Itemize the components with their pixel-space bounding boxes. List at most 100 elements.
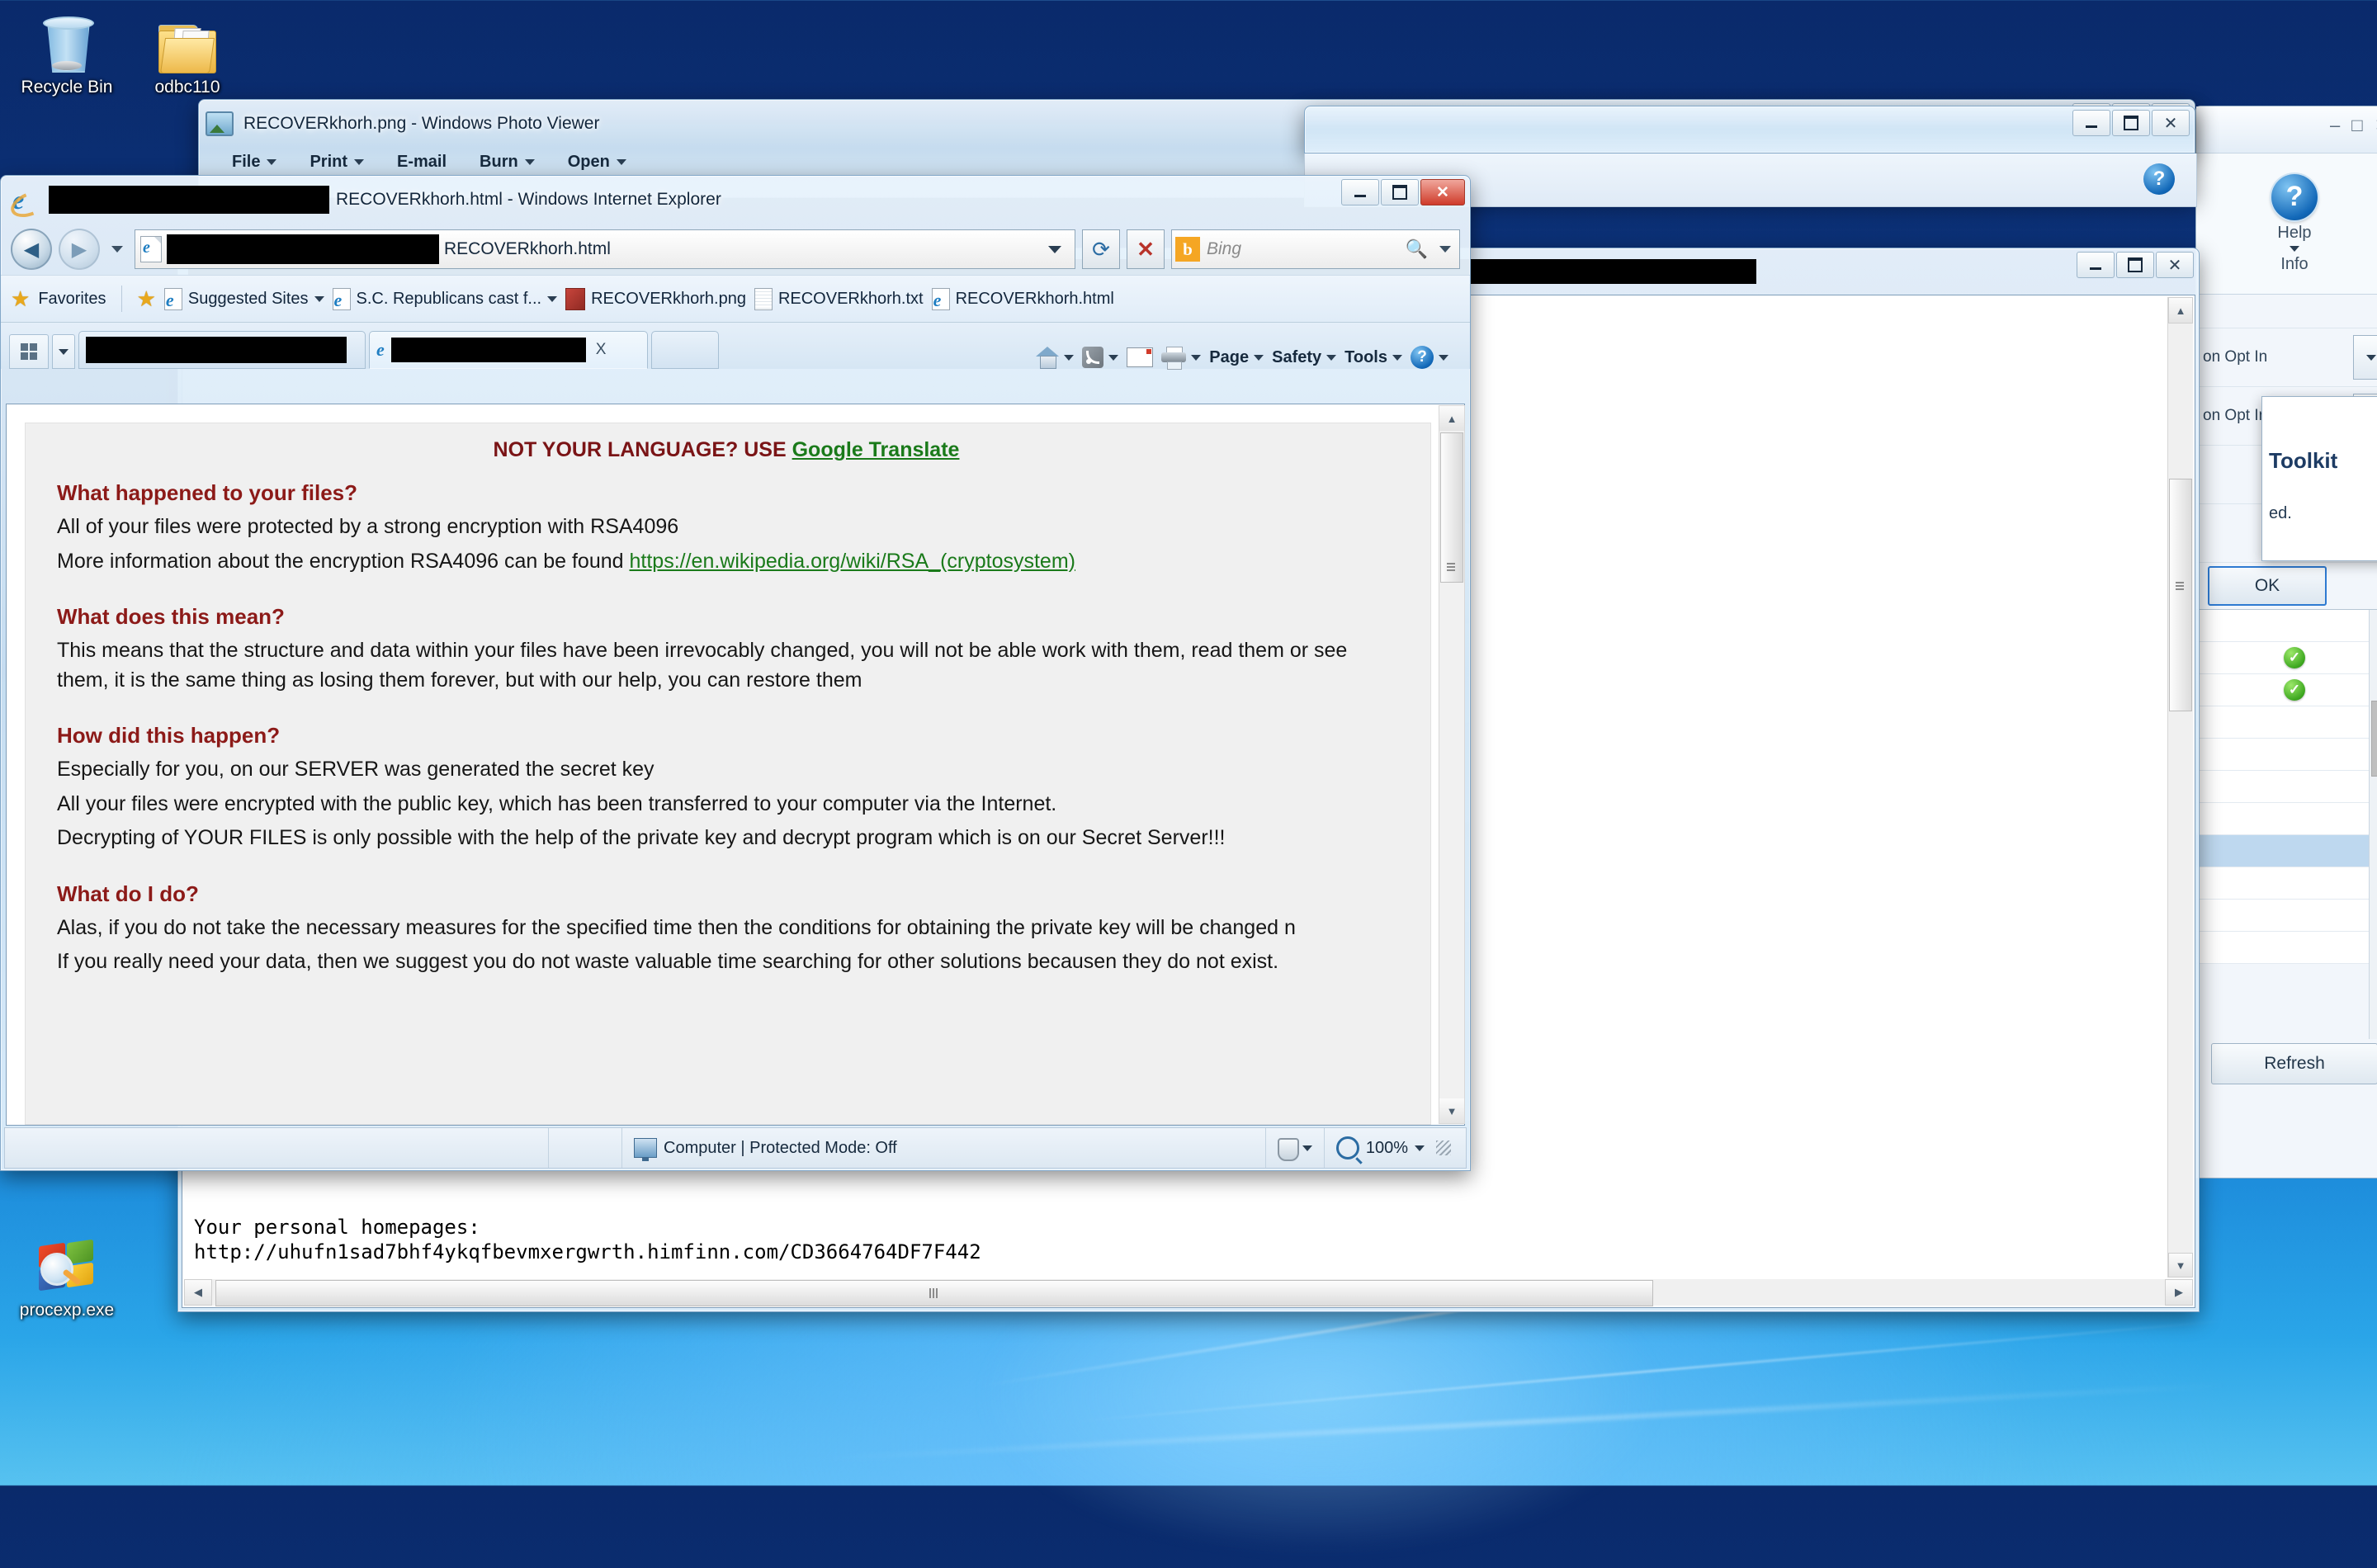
chevron-down-icon[interactable] xyxy=(314,295,324,302)
tab-1[interactable] xyxy=(78,331,366,369)
toolkit-dialog[interactable]: ✕ Toolkit ed. xyxy=(2261,396,2377,561)
print-button[interactable] xyxy=(1161,347,1202,370)
tab-close-icon[interactable]: X xyxy=(596,341,607,359)
help-icon[interactable]: ? xyxy=(2143,163,2175,195)
background-window-buttons[interactable]: ✕ xyxy=(2072,110,2190,136)
office-list-scrollbar[interactable]: ▲ ▼ xyxy=(2369,610,2377,1039)
list-item[interactable]: ✓ xyxy=(2196,642,2377,674)
search-box[interactable]: b Bing 🔍 xyxy=(1171,229,1460,269)
favorite-recoverkhorh-txt[interactable]: RECOVERkhorh.txt xyxy=(754,287,924,310)
minimize-button[interactable] xyxy=(1341,179,1379,205)
home-button[interactable] xyxy=(1036,347,1075,369)
safety-menu-button[interactable]: Safety xyxy=(1272,348,1337,367)
list-item[interactable] xyxy=(2196,803,2377,835)
scroll-left-icon[interactable]: ◀ xyxy=(184,1279,212,1306)
list-item[interactable] xyxy=(2196,867,2377,900)
scroll-down-icon[interactable]: ▼ xyxy=(2168,1253,2193,1278)
scrollbar-thumb[interactable] xyxy=(2371,701,2377,777)
favorite-sc-republicans[interactable]: e S.C. Republicans cast f... xyxy=(332,287,558,310)
chevron-down-icon[interactable] xyxy=(1415,1145,1425,1151)
add-to-favorites-icon[interactable]: ★ xyxy=(137,286,156,312)
list-item[interactable] xyxy=(2196,610,2377,642)
scroll-down-icon[interactable]: ▼ xyxy=(1439,1098,1464,1123)
maximize-button[interactable] xyxy=(2112,110,2150,136)
refresh-button-row[interactable]: Refresh xyxy=(2196,1039,2377,1089)
stop-button[interactable]: ✕ xyxy=(1127,229,1165,269)
desktop-icon-odbc110[interactable]: odbc110 xyxy=(125,7,249,97)
help-question-icon[interactable]: ? xyxy=(2271,173,2318,220)
ie-window-buttons[interactable]: ✕ xyxy=(1341,179,1465,205)
back-arrow-icon[interactable]: ◀ xyxy=(11,229,52,270)
close-button[interactable]: ✕ xyxy=(2152,110,2190,136)
menu-burn[interactable]: Burn xyxy=(480,153,535,172)
close-button[interactable]: ✕ xyxy=(2156,252,2194,278)
office-row-opt-in-1[interactable]: on Opt In xyxy=(2196,328,2377,387)
scrollbar-thumb[interactable] xyxy=(1440,432,1463,583)
scroll-down-icon[interactable]: ▼ xyxy=(2370,1016,2377,1039)
feeds-button[interactable] xyxy=(1082,347,1119,368)
minimize-button[interactable] xyxy=(2077,252,2115,278)
ie-tab-bar[interactable]: e X Page Safety Tools ? xyxy=(1,323,1470,370)
desktop-icon-recycle-bin[interactable]: Recycle Bin xyxy=(5,7,129,97)
rsa-wikipedia-link[interactable]: https://en.wikipedia.org/wiki/RSA_(crypt… xyxy=(630,550,1075,573)
list-item[interactable] xyxy=(2196,706,2377,739)
dropdown-button[interactable] xyxy=(2353,335,2377,380)
chevron-down-icon[interactable] xyxy=(1302,1145,1312,1151)
google-translate-link[interactable]: Google Translate xyxy=(792,438,960,461)
maximize-icon[interactable]: □ xyxy=(2351,115,2362,136)
address-bar-value[interactable]: RECOVERkhorh.html xyxy=(444,239,611,259)
address-dropdown-chevron-down-icon[interactable] xyxy=(1048,245,1061,253)
internet-explorer-window[interactable]: e RECOVERkhorh.html - Windows Internet E… xyxy=(0,175,1471,1171)
menu-file[interactable]: File xyxy=(232,153,277,172)
refresh-button[interactable]: ⟳ xyxy=(1082,229,1120,269)
desktop-icon-procexp[interactable]: procexp.exe xyxy=(5,1230,129,1320)
chevron-down-icon[interactable] xyxy=(1191,354,1202,361)
page-menu-button[interactable]: Page xyxy=(1209,348,1264,367)
list-item[interactable] xyxy=(2196,900,2377,932)
privacy-status[interactable] xyxy=(1266,1128,1325,1168)
ie-titlebar[interactable]: e RECOVERkhorh.html - Windows Internet E… xyxy=(1,176,1470,224)
office-window-titlebar[interactable]: – □ ✕ xyxy=(2196,106,2377,153)
favorite-recoverkhorh-png[interactable]: RECOVERkhorh.png xyxy=(565,287,746,310)
scrollbar-thumb[interactable] xyxy=(2169,479,2192,711)
ie-page-viewport[interactable]: NOT YOUR LANGUAGE? USE Google Translate … xyxy=(6,404,1465,1126)
ok-button-row[interactable]: OK xyxy=(2196,563,2377,609)
list-item[interactable] xyxy=(2196,739,2377,771)
window-resize-grip[interactable] xyxy=(1436,1141,1451,1155)
notepad-window-buttons[interactable]: ✕ xyxy=(2077,252,2194,278)
menu-email[interactable]: E-mail xyxy=(397,153,447,172)
list-item[interactable]: ✓ xyxy=(2196,674,2377,706)
chevron-down-icon[interactable] xyxy=(547,295,558,302)
minimize-icon[interactable]: – xyxy=(2330,115,2340,136)
search-provider-chevron-down-icon[interactable] xyxy=(1439,246,1451,253)
ok-button[interactable]: OK xyxy=(2208,566,2327,606)
maximize-button[interactable] xyxy=(1381,179,1419,205)
scrollbar-thumb[interactable] xyxy=(215,1280,1653,1306)
zoom-status[interactable]: 100% xyxy=(1325,1128,1466,1168)
recent-pages-chevron-down-icon[interactable] xyxy=(111,246,123,253)
list-item[interactable] xyxy=(2196,932,2377,964)
scrollbar-track[interactable] xyxy=(212,1280,2165,1306)
magnifier-icon[interactable]: 🔍 xyxy=(1406,239,1428,260)
close-icon[interactable]: ✕ xyxy=(2375,115,2377,136)
ie-command-bar[interactable]: Page Safety Tools ? xyxy=(1036,346,1462,370)
quick-tabs-button[interactable] xyxy=(9,334,49,369)
chevron-down-icon[interactable] xyxy=(1108,354,1119,361)
office-window-buttons[interactable]: – □ ✕ xyxy=(2330,115,2377,136)
list-item[interactable] xyxy=(2196,771,2377,803)
page-vertical-scrollbar[interactable]: ▲ ▼ xyxy=(1439,405,1465,1124)
scroll-up-icon[interactable]: ▲ xyxy=(1439,406,1464,431)
help-menu-button[interactable]: ? xyxy=(1411,346,1448,369)
notepad-vertical-scrollbar[interactable]: ▲ ▼ xyxy=(2167,297,2193,1278)
refresh-button[interactable]: Refresh xyxy=(2211,1043,2377,1084)
notepad-horizontal-scrollbar[interactable]: ◀ ▶ xyxy=(184,1279,2193,1306)
tools-menu-button[interactable]: Tools xyxy=(1344,348,1402,367)
close-button[interactable]: ✕ xyxy=(1420,179,1465,205)
new-tab-button[interactable] xyxy=(651,331,719,369)
favorites-label[interactable]: Favorites xyxy=(38,290,106,309)
minimize-button[interactable] xyxy=(2072,110,2110,136)
forward-arrow-icon[interactable]: ▶ xyxy=(59,229,100,270)
scroll-up-icon[interactable]: ▲ xyxy=(2370,610,2377,633)
menu-open[interactable]: Open xyxy=(568,153,626,172)
favorites-bar[interactable]: ★ Favorites ★ e Suggested Sites e S.C. R… xyxy=(1,275,1470,323)
